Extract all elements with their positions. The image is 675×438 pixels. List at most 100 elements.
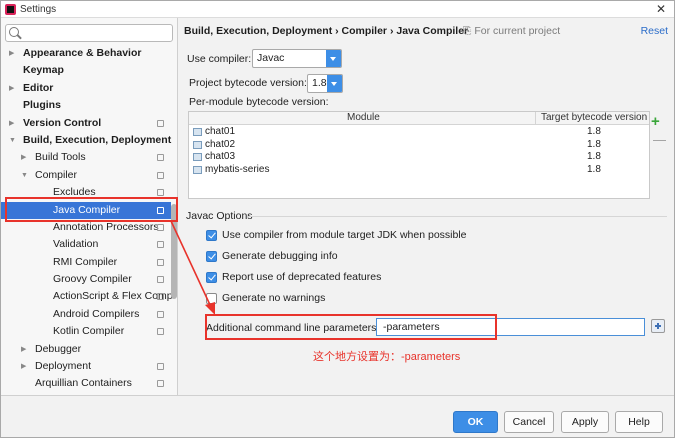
sidebar-item-label: Deployment xyxy=(35,360,92,373)
sidebar-item-label: Version Control xyxy=(23,116,102,129)
cancel-button[interactable]: Cancel xyxy=(504,411,554,433)
sidebar-item[interactable]: ▶ Debugger xyxy=(1,341,171,358)
chevron-down-icon[interactable]: ▼ xyxy=(9,132,16,149)
window-title: Settings xyxy=(20,4,57,15)
sidebar-item[interactable]: Groovy Compiler xyxy=(1,271,171,288)
apply-button[interactable]: Apply xyxy=(561,411,609,433)
module-folder-icon xyxy=(193,165,202,174)
sidebar-item-label: Debugger xyxy=(35,342,82,355)
sidebar-item-label: Validation xyxy=(53,238,99,251)
project-scope-icon xyxy=(157,328,164,336)
chevron-down-icon xyxy=(326,50,341,67)
sidebar-item[interactable]: ▶ Build Tools xyxy=(1,149,171,166)
settings-search[interactable] xyxy=(5,24,173,42)
section-divider xyxy=(247,216,667,217)
chevron-right-icon[interactable]: ▶ xyxy=(9,45,14,62)
table-row[interactable]: mybatis-series 1.8 xyxy=(189,164,649,177)
project-scope-icon xyxy=(157,171,164,179)
column-header-module[interactable]: Module xyxy=(347,112,380,124)
chevron-right-icon[interactable]: ▶ xyxy=(21,358,26,375)
sidebar-item-label: Arquillian Containers xyxy=(35,377,132,390)
chevron-right-icon[interactable]: ▶ xyxy=(9,80,14,97)
table-header: Module Target bytecode version xyxy=(189,112,649,125)
sidebar-item-label: Appearance & Behavior xyxy=(23,47,142,59)
module-name: chat02 xyxy=(205,138,236,150)
chevron-right-icon[interactable]: ▶ xyxy=(9,115,14,132)
search-icon xyxy=(9,27,19,37)
option-checkbox[interactable] xyxy=(206,251,217,262)
sidebar-item[interactable]: ▼ Build, Execution, Deployment xyxy=(1,132,171,149)
option-label[interactable]: Use compiler from module target JDK when… xyxy=(222,229,467,241)
add-module-icon[interactable]: + xyxy=(651,113,660,130)
project-scope-icon: ⎘ xyxy=(463,25,472,37)
sidebar-item[interactable]: ActionScript & Flex Comp xyxy=(1,288,173,305)
use-compiler-select[interactable]: Javac xyxy=(252,49,342,68)
bytecode-version-value: 1.8 xyxy=(312,77,327,89)
column-header-target-version[interactable]: Target bytecode version xyxy=(541,112,647,124)
module-bytecode-table: Module Target bytecode version chat01 1.8… xyxy=(188,111,650,199)
chevron-right-icon[interactable]: ▶ xyxy=(21,341,26,358)
option-checkbox[interactable] xyxy=(206,293,217,304)
title-bar: Settings ✕ xyxy=(1,1,674,18)
sidebar-item[interactable]: Validation xyxy=(1,236,171,253)
sidebar-item[interactable]: Keymap xyxy=(1,62,171,79)
remove-module-icon[interactable]: — xyxy=(653,132,666,147)
close-icon[interactable]: ✕ xyxy=(656,2,666,16)
option-label[interactable]: Generate debugging info xyxy=(222,250,338,262)
annotation-note: 这个地方设置为：-parameters xyxy=(313,351,461,363)
table-row[interactable]: chat01 1.8 xyxy=(189,126,649,139)
option-checkbox[interactable] xyxy=(206,272,217,283)
chevron-down-icon xyxy=(327,75,342,92)
project-scope-icon xyxy=(157,119,164,127)
option-label[interactable]: Report use of deprecated features xyxy=(222,271,381,283)
project-scope-icon xyxy=(157,241,164,249)
sidebar-item-label: Groovy Compiler xyxy=(53,273,132,286)
sidebar-item[interactable]: ▼ Compiler xyxy=(1,167,171,184)
chevron-right-icon[interactable]: ▶ xyxy=(21,149,26,166)
sidebar-item[interactable]: Android Compilers xyxy=(1,306,171,323)
project-scope-icon xyxy=(157,258,164,266)
sidebar-item[interactable]: ▶ Appearance & Behavior xyxy=(1,45,171,62)
option-label[interactable]: Generate no warnings xyxy=(222,292,325,304)
chevron-down-icon[interactable]: ▼ xyxy=(21,167,28,184)
help-button[interactable]: Help xyxy=(615,411,663,433)
module-target-version[interactable]: 1.8 xyxy=(587,126,601,139)
bytecode-version-label: Project bytecode version: xyxy=(189,77,307,89)
expand-field-icon[interactable] xyxy=(651,319,665,333)
sidebar-item[interactable]: ▶ Editor xyxy=(1,80,171,97)
per-module-label: Per-module bytecode version: xyxy=(189,96,329,108)
project-scope-icon xyxy=(157,154,164,162)
project-scope-icon xyxy=(157,189,164,197)
table-row[interactable]: chat03 1.8 xyxy=(189,151,649,164)
sidebar-item[interactable]: Plugins xyxy=(1,97,171,114)
breadcrumb: Build, Execution, Deployment › Compiler … xyxy=(184,25,469,37)
module-name: mybatis-series xyxy=(205,163,270,175)
module-target-version[interactable]: 1.8 xyxy=(587,164,601,177)
ok-button[interactable]: OK xyxy=(453,411,498,433)
module-target-version[interactable]: 1.8 xyxy=(587,151,601,164)
reset-link[interactable]: Reset xyxy=(641,25,668,37)
sidebar-item[interactable]: Kotlin Compiler xyxy=(1,323,171,340)
settings-dialog: Settings ✕ ▶ Appearance & Behavior Keymap ▶… xyxy=(0,0,675,438)
sidebar-item[interactable]: Arquillian Containers xyxy=(1,375,171,392)
annotation-highlight-java-compiler xyxy=(5,197,178,222)
option-checkbox[interactable] xyxy=(206,230,217,241)
sidebar-item-label: Compiler xyxy=(35,168,78,181)
sidebar-item[interactable]: ▶ Deployment xyxy=(1,358,171,375)
sidebar-item[interactable]: ▶ Version Control xyxy=(1,115,171,132)
sidebar-item-label: Build, Execution, Deployment xyxy=(23,133,172,146)
sidebar-item-label: Build Tools xyxy=(35,151,86,164)
module-folder-icon xyxy=(193,128,202,136)
sidebar-item[interactable]: RMI Compiler xyxy=(1,254,171,271)
module-target-version[interactable]: 1.8 xyxy=(587,139,601,152)
bytecode-version-select[interactable]: 1.8 xyxy=(307,74,343,93)
sidebar-item-label: Android Compilers xyxy=(53,307,140,320)
project-scope-icon xyxy=(157,310,164,318)
javac-options-title: Javac Options xyxy=(186,210,253,222)
use-compiler-label: Use compiler: xyxy=(187,53,252,65)
scope-label: ⎘ For current project xyxy=(463,25,561,37)
table-row[interactable]: chat02 1.8 xyxy=(189,139,649,152)
project-scope-icon xyxy=(157,223,164,231)
search-input[interactable] xyxy=(22,26,170,40)
project-scope-icon xyxy=(157,293,164,301)
